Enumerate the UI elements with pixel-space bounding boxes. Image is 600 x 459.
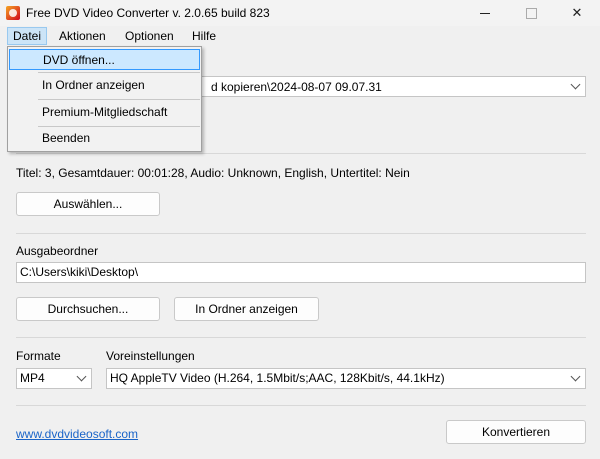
divider xyxy=(16,153,586,154)
website-link[interactable]: www.dvdvideosoft.com xyxy=(16,427,138,441)
source-path-value: d kopieren\2024-08-07 09.07.31 xyxy=(211,80,382,94)
convert-button[interactable]: Konvertieren xyxy=(446,420,586,444)
menu-item-dvd-oeffnen[interactable]: DVD öffnen... xyxy=(9,49,200,70)
window-title: Free DVD Video Converter v. 2.0.65 build… xyxy=(26,6,270,20)
title-bar: Free DVD Video Converter v. 2.0.65 build… xyxy=(0,0,600,26)
minimize-button[interactable] xyxy=(462,0,508,26)
menu-bar: Datei Aktionen Optionen Hilfe xyxy=(0,26,600,46)
menu-item-in-ordner-anzeigen[interactable]: In Ordner anzeigen xyxy=(9,75,200,96)
show-in-folder-button[interactable]: In Ordner anzeigen xyxy=(174,297,319,321)
maximize-button[interactable] xyxy=(508,0,554,26)
output-folder-field[interactable]: C:\Users\kiki\Desktop\ xyxy=(16,262,586,283)
title-info-text: Titel: 3, Gesamtdauer: 00:01:28, Audio: … xyxy=(16,166,410,180)
menu-separator xyxy=(38,99,200,100)
minimize-icon xyxy=(480,12,490,14)
maximize-icon xyxy=(525,7,537,19)
chevron-down-icon xyxy=(76,371,87,382)
browse-button[interactable]: Durchsuchen... xyxy=(16,297,160,321)
format-value: MP4 xyxy=(20,371,45,385)
format-label: Formate xyxy=(16,349,61,363)
close-button[interactable]: ✕ xyxy=(554,0,600,26)
select-title-button[interactable]: Auswählen... xyxy=(16,192,160,216)
format-select[interactable]: MP4 xyxy=(16,368,92,389)
menu-separator xyxy=(38,72,200,73)
menu-hilfe[interactable]: Hilfe xyxy=(187,28,221,44)
chevron-down-icon xyxy=(570,371,581,382)
close-icon: ✕ xyxy=(571,5,583,20)
menu-separator xyxy=(38,126,200,127)
output-folder-label: Ausgabeordner xyxy=(16,244,99,258)
preset-select[interactable]: HQ AppleTV Video (H.264, 1.5Mbit/s;AAC, … xyxy=(106,368,586,389)
menu-aktionen[interactable]: Aktionen xyxy=(54,28,111,44)
datei-dropdown-menu: DVD öffnen... In Ordner anzeigen Premium… xyxy=(7,46,202,152)
menu-item-beenden[interactable]: Beenden xyxy=(9,128,200,149)
divider xyxy=(16,233,586,234)
menu-datei[interactable]: Datei xyxy=(7,27,48,45)
preset-label: Voreinstellungen xyxy=(106,349,195,363)
menu-optionen[interactable]: Optionen xyxy=(120,28,179,44)
preset-value: HQ AppleTV Video (H.264, 1.5Mbit/s;AAC, … xyxy=(110,371,445,385)
app-icon xyxy=(6,6,20,20)
menu-item-premium[interactable]: Premium-Mitgliedschaft xyxy=(9,102,200,123)
chevron-down-icon xyxy=(570,79,581,90)
divider xyxy=(16,405,586,406)
divider xyxy=(16,337,586,338)
